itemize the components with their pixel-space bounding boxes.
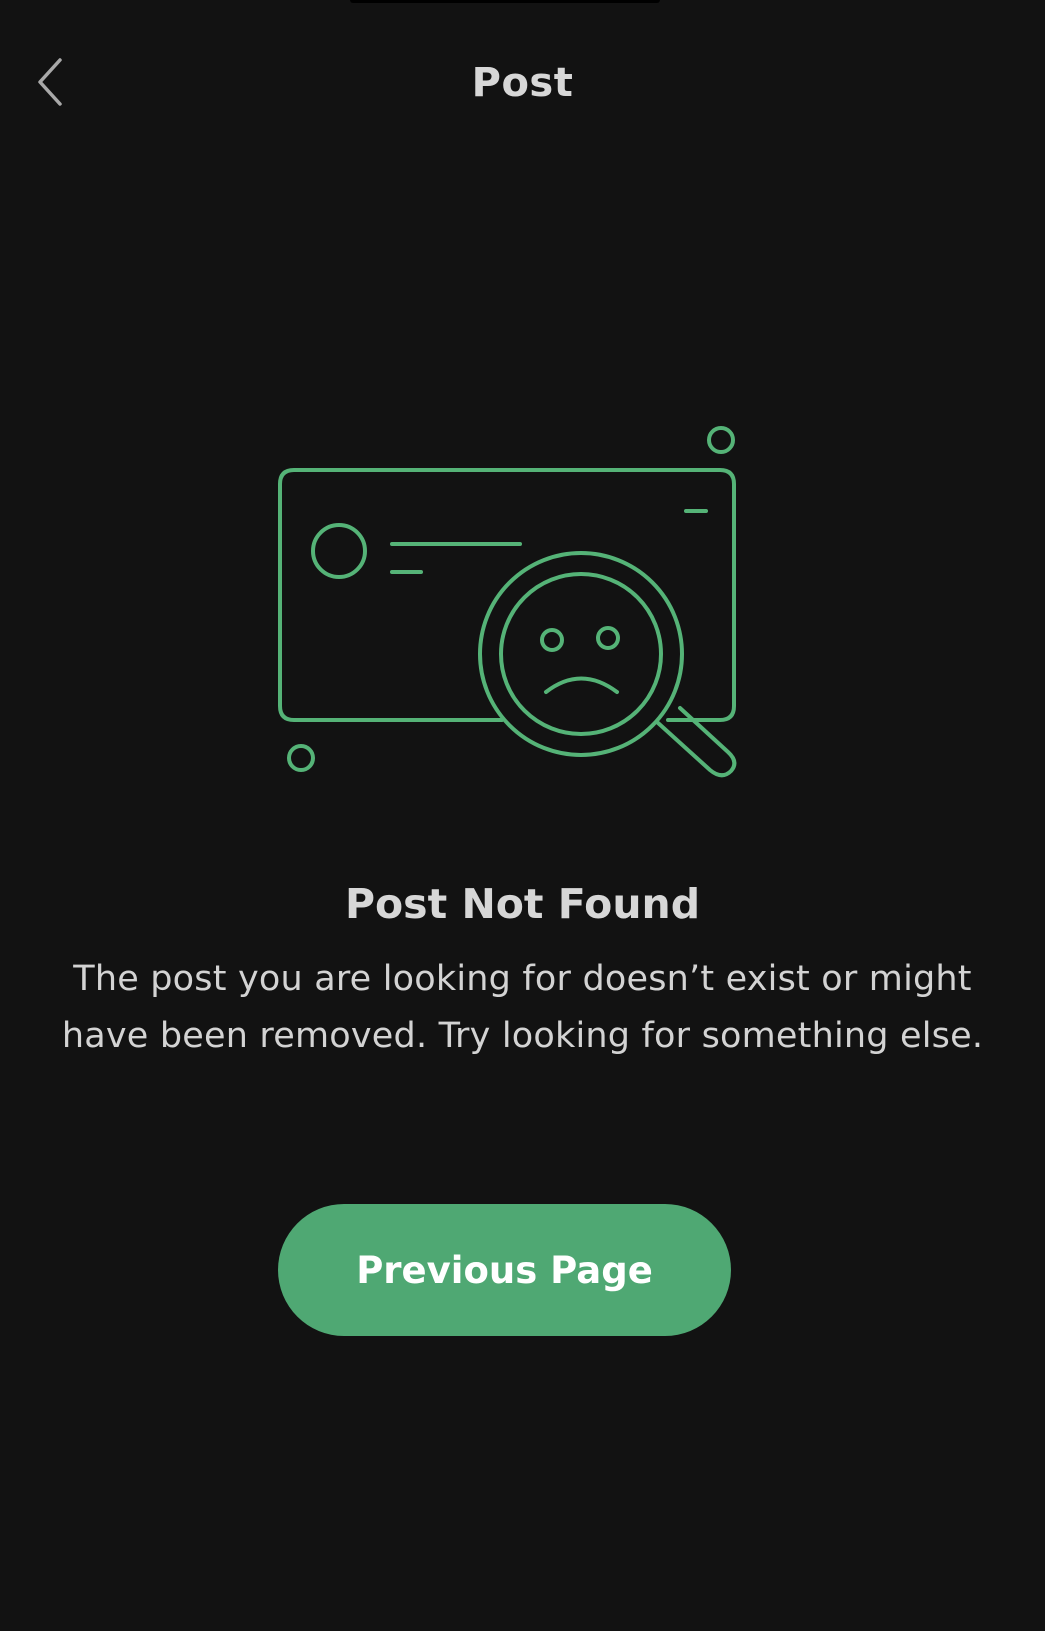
page-title: Post xyxy=(471,60,574,106)
top-bar: Post xyxy=(0,40,1045,130)
post-not-found-illustration xyxy=(270,418,750,798)
empty-state-message: The post you are looking for doesn’t exi… xyxy=(61,959,984,1056)
previous-page-button[interactable]: Previous Page xyxy=(278,1204,731,1336)
avatar-placeholder xyxy=(311,523,367,579)
device-notch xyxy=(350,0,660,3)
empty-state-title: Post Not Found xyxy=(344,880,701,928)
previous-page-label: Previous Page xyxy=(356,1248,653,1292)
post-not-found-magnifier-sad-face-icon xyxy=(278,426,737,778)
